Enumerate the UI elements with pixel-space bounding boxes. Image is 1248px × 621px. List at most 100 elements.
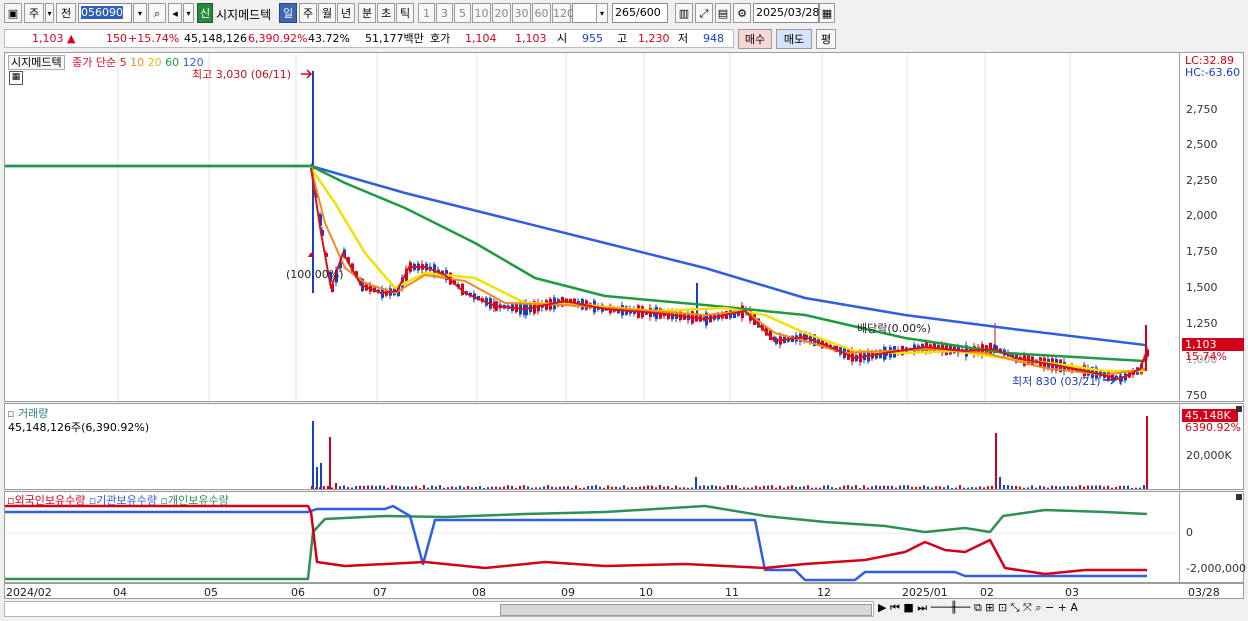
volume-bar xyxy=(663,486,665,489)
period-minute-button[interactable]: 분 xyxy=(358,3,376,23)
draw-tool-icon[interactable]: ⤢ xyxy=(695,3,713,23)
legend-foreign[interactable]: ▫외국인보유수량 xyxy=(7,494,85,507)
legend-inst[interactable]: ▫기관보유수량 xyxy=(89,494,157,507)
zoom-in-icon[interactable]: + xyxy=(1058,601,1067,614)
volume-bar xyxy=(1139,487,1141,489)
volume-bar xyxy=(1087,485,1089,489)
stop-icon[interactable]: ■ xyxy=(903,601,913,614)
volume-bar xyxy=(431,485,433,489)
volume-bar xyxy=(1107,485,1109,489)
volume-bar xyxy=(1083,486,1085,489)
legend-foreign-label: 외국인보유수량 xyxy=(14,494,86,507)
volume-panel[interactable]: ▫ 거래량 45,148,126주(6,390.92%) xyxy=(4,403,1180,490)
volume-bar xyxy=(715,485,717,489)
volume-bar xyxy=(563,486,565,489)
legend-indiv[interactable]: ▫개인보유수량 xyxy=(161,494,229,507)
draw-tools-icon[interactable]: ⧉ ⊞ ⊡ ⤡ ⤧ xyxy=(974,601,1032,614)
volume-bar xyxy=(1123,485,1125,489)
scroll-thumb[interactable] xyxy=(500,604,872,616)
ma20-label[interactable]: 20 xyxy=(148,56,162,69)
volume-bar xyxy=(699,485,701,489)
volume-bar xyxy=(843,485,845,489)
period-week-button[interactable]: 주 xyxy=(299,3,317,23)
interval-1-button[interactable]: 1 xyxy=(418,3,435,23)
stock-code-input[interactable]: 056090 xyxy=(78,3,132,23)
x-label-09: 09 xyxy=(561,586,575,599)
interval-120-button[interactable]: 120 xyxy=(552,3,574,23)
interval-5-label: 5 xyxy=(459,7,466,20)
interval-10-button[interactable]: 10 xyxy=(472,3,491,23)
horizontal-scrollbar[interactable] xyxy=(4,601,874,617)
interval-dropdown-icon[interactable]: ▾ xyxy=(596,3,608,23)
volume-bar xyxy=(499,487,501,489)
volume-bar xyxy=(487,487,489,489)
volume-bar xyxy=(379,485,381,489)
x-label-02: 02 xyxy=(980,586,994,599)
sound-dropdown-icon[interactable]: ▾ xyxy=(183,3,194,23)
volume-bar xyxy=(347,487,349,489)
sell-label: 매도 xyxy=(783,33,805,46)
last-icon[interactable]: ⏭ xyxy=(917,601,927,614)
ma-label[interactable]: 종가 단순 xyxy=(72,56,116,69)
calendar-icon[interactable]: ▦ xyxy=(819,3,835,23)
volume-close-icon[interactable] xyxy=(1236,406,1242,412)
avg-button[interactable]: 평 xyxy=(816,29,836,49)
interval-60-button[interactable]: 60 xyxy=(532,3,551,23)
sell-button[interactable]: 매도 xyxy=(776,29,812,49)
candle-icon[interactable]: ▥ xyxy=(675,3,693,23)
date-input[interactable]: 2025/03/28 xyxy=(753,3,819,23)
zoom-slider-icon[interactable]: ───╫── xyxy=(931,601,971,614)
buy-button[interactable]: 매수 xyxy=(738,29,772,49)
type-dropdown-icon[interactable]: ▾ xyxy=(45,3,54,23)
volume-bar xyxy=(323,486,325,489)
period-tick-button[interactable]: 틱 xyxy=(396,3,414,23)
quote-high-label: 고 xyxy=(617,32,628,45)
interval-5-button[interactable]: 5 xyxy=(454,3,471,23)
period-day-button[interactable]: 일 xyxy=(279,3,297,23)
scroll-right-icon[interactable]: ▶ xyxy=(878,601,886,614)
x-label-03: 03 xyxy=(1065,586,1079,599)
holdings-panel[interactable]: ▫외국인보유수량 ▫기관보유수량 ▫개인보유수량 xyxy=(4,491,1180,583)
ma5-label[interactable]: 5 xyxy=(120,56,127,69)
search-zoom-icon[interactable]: ⌕ xyxy=(1035,601,1041,614)
save-icon[interactable]: ▤ xyxy=(715,3,731,23)
ma60-label[interactable]: 60 xyxy=(165,56,179,69)
volume-bar xyxy=(587,485,589,489)
window-icon[interactable]: ▣ xyxy=(4,3,22,23)
sound-icon[interactable]: ◂ xyxy=(168,3,182,23)
period-year-button[interactable]: 년 xyxy=(337,3,355,23)
ma10-label[interactable]: 10 xyxy=(130,56,144,69)
zoom-out-icon[interactable]: − xyxy=(1045,601,1054,614)
prev-button[interactable]: 전 xyxy=(56,3,76,23)
foreign-line xyxy=(5,504,1147,576)
count-input[interactable]: 265/600 xyxy=(612,3,668,23)
interval-3-button[interactable]: 3 xyxy=(436,3,453,23)
price-panel[interactable]: 시지메드텍 종가 단순 5 10 20 60 120 ▦ 최고 3,030 (0… xyxy=(4,52,1180,402)
volume-bar xyxy=(979,486,981,489)
y-tick-1500: 1,500 xyxy=(1186,281,1218,294)
price-legend: 시지메드텍 종가 단순 5 10 20 60 120 xyxy=(8,54,204,70)
period-month-button[interactable]: 월 xyxy=(318,3,336,23)
code-dropdown-icon[interactable]: ▾ xyxy=(133,3,147,23)
interval-20-button[interactable]: 20 xyxy=(492,3,511,23)
volume-bar xyxy=(615,486,617,489)
interval-30-button[interactable]: 30 xyxy=(512,3,531,23)
volume-bar xyxy=(907,485,909,489)
volume-bar xyxy=(483,487,485,489)
first-icon[interactable]: ⏮ xyxy=(890,601,900,614)
volume-bar xyxy=(451,486,453,489)
table-icon[interactable]: ▦ xyxy=(9,71,23,85)
holdings-close-icon[interactable] xyxy=(1236,494,1242,500)
search-icon[interactable]: ⌕ xyxy=(148,3,166,23)
gear-icon[interactable]: ⚙ xyxy=(733,3,751,23)
inst-line xyxy=(5,504,1147,582)
type-select[interactable]: 주 xyxy=(24,3,44,23)
quote-ask1: 1,104 xyxy=(465,32,497,45)
volume-bar xyxy=(975,487,977,489)
period-day-label: 일 xyxy=(282,7,294,20)
volume-bar xyxy=(523,485,525,489)
price-legend-name[interactable]: 시지메드텍 xyxy=(8,55,65,70)
font-icon[interactable]: A xyxy=(1070,601,1078,614)
volume-bar xyxy=(1055,486,1057,489)
period-second-button[interactable]: 초 xyxy=(377,3,395,23)
